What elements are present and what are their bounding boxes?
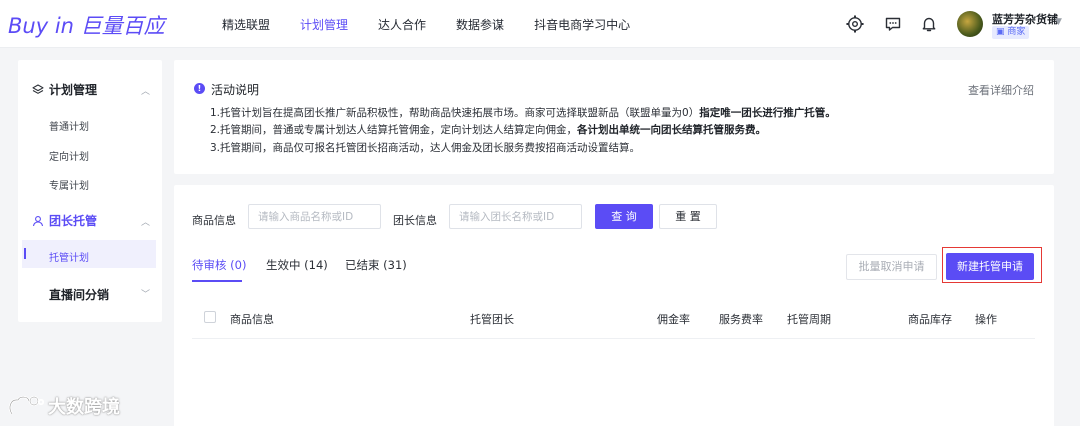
notice-line-1-bold: 指定唯一团长进行推广托管。	[699, 107, 836, 119]
col-hosting-period: 托管周期	[787, 313, 831, 326]
chevron-down-icon[interactable]: ﹀	[141, 287, 150, 300]
notice-line-3: 3.托管期间，商品仅可报名托管团长招商活动，达人佣金及团长服务费按招商活动设置结…	[210, 142, 641, 154]
col-stock: 商品库存	[908, 313, 952, 326]
product-search-input[interactable]	[248, 204, 381, 229]
sidebar-item-exclusive-plan[interactable]: 专属计划	[49, 177, 89, 192]
nav-item-plan-management[interactable]: 计划管理	[300, 16, 348, 33]
team-icon	[32, 215, 44, 226]
sidebar-group-label: 团长托管	[49, 214, 98, 228]
nav-item-data[interactable]: 数据参谋	[456, 16, 504, 33]
sidebar-active-bg	[22, 240, 156, 268]
chevron-up-icon[interactable]: ︿	[141, 215, 150, 228]
col-product-info: 商品信息	[230, 313, 274, 326]
leader-filter-label: 团长信息	[393, 214, 437, 227]
col-commission-rate: 佣金率	[657, 313, 690, 326]
col-host-leader: 托管团长	[470, 313, 514, 326]
notice-line-2-bold: 各计划出单统一向团长结算托管服务费。	[577, 124, 767, 136]
role-badge: ▣ 商家	[992, 26, 1030, 39]
main-nav: 精选联盟 计划管理 达人合作 数据参谋 抖音电商学习中心	[222, 0, 660, 48]
info-icon: !	[194, 83, 205, 94]
watermark: 大数跨境	[6, 393, 120, 419]
watermark-logo-icon	[8, 395, 44, 415]
role-badge-label: 商家	[1007, 27, 1026, 37]
sidebar-group-plan-management[interactable]: 计划管理	[32, 81, 97, 98]
query-button[interactable]: 查 询	[595, 204, 653, 229]
batch-cancel-button[interactable]: 批量取消申请	[846, 254, 937, 280]
nav-item-union[interactable]: 精选联盟	[222, 16, 270, 33]
nav-item-influencer[interactable]: 达人合作	[378, 16, 426, 33]
tab-active-indicator	[192, 280, 242, 282]
bell-icon[interactable]	[920, 15, 938, 33]
col-service-fee-rate: 服务费率	[719, 313, 763, 326]
app-logo[interactable]: Buy in 巨量百应	[8, 10, 165, 40]
highlight-annotation	[942, 247, 1042, 283]
avatar[interactable]	[957, 11, 983, 37]
sidebar-group-team-hosting[interactable]: 团长托管	[32, 212, 97, 229]
notice-title: 活动说明	[211, 83, 260, 97]
message-icon[interactable]	[884, 15, 902, 33]
notice-line-1-text: 1.托管计划旨在提高团长推广新品积极性，帮助商品快速拓展市场。商家可选择联盟新品…	[210, 107, 700, 119]
notice-line-2-text: 2.托管期间，普通或专属计划达人结算托管佣金，定向计划达人结算定向佣金，	[210, 124, 578, 136]
user-name[interactable]: 蓝芳芳杂货铺	[992, 11, 1058, 27]
view-details-link[interactable]: 查看详细介绍	[968, 82, 1034, 98]
notice-line-2: 2.托管期间，普通或专属计划达人结算托管佣金，定向计划达人结算定向佣金，各计划出…	[210, 122, 766, 137]
tab-ended[interactable]: 已结束 (31)	[345, 257, 407, 273]
sidebar-item-directed-plan[interactable]: 定向计划	[49, 148, 89, 163]
chevron-down-icon[interactable]: ▼	[1055, 17, 1062, 27]
hosting-plan-panel: 商品信息 团长信息 查 询 重 置 待审核 (0) 生效中 (14) 已结束 (…	[174, 185, 1054, 426]
sidebar: 计划管理 ︿ 普通计划 定向计划 专属计划 团长托管 ︿ 托管计划 直播间分销 …	[18, 60, 162, 322]
select-all-checkbox[interactable]	[204, 311, 216, 323]
shop-icon: ▣	[996, 27, 1008, 37]
leader-search-input[interactable]	[449, 204, 582, 229]
tab-pending[interactable]: 待审核 (0)	[192, 257, 246, 273]
col-actions: 操作	[975, 313, 997, 326]
product-filter-label: 商品信息	[192, 214, 236, 227]
sidebar-item-hosting-plan[interactable]: 托管计划	[49, 249, 89, 264]
notice-line-1: 1.托管计划旨在提高团长推广新品积极性，帮助商品快速拓展市场。商家可选择联盟新品…	[210, 105, 836, 120]
sidebar-active-indicator	[24, 248, 26, 259]
gear-icon[interactable]	[846, 15, 864, 33]
sidebar-group-live-distribution[interactable]: 直播间分销	[49, 286, 109, 303]
activity-notice: ! 活动说明 查看详细介绍 1.托管计划旨在提高团长推广新品积极性，帮助商品快速…	[174, 60, 1054, 174]
tab-active[interactable]: 生效中 (14)	[266, 257, 328, 273]
table-header-divider	[192, 338, 1035, 339]
sidebar-group-label: 直播间分销	[49, 288, 110, 302]
sidebar-group-label: 计划管理	[49, 83, 98, 97]
top-header: Buy in 巨量百应 精选联盟 计划管理 达人合作 数据参谋 抖音电商学习中心…	[0, 0, 1080, 48]
watermark-text: 大数跨境	[48, 397, 120, 418]
reset-button[interactable]: 重 置	[659, 204, 717, 229]
nav-item-learning-center[interactable]: 抖音电商学习中心	[534, 16, 630, 33]
sidebar-item-normal-plan[interactable]: 普通计划	[49, 118, 89, 133]
layers-icon	[32, 83, 44, 94]
chevron-up-icon[interactable]: ︿	[141, 84, 150, 97]
